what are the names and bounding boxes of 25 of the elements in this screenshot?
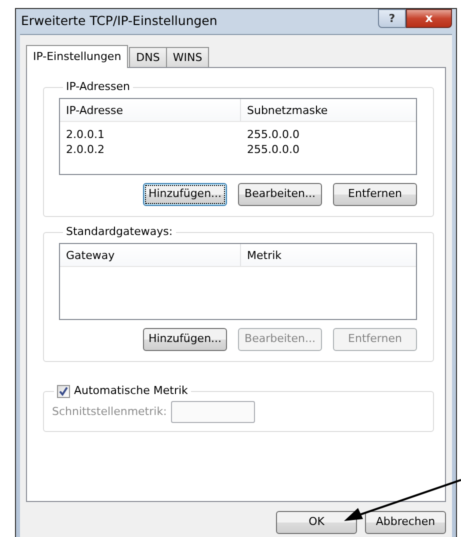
list-cell-text: 255.0.0.0 — [246, 127, 300, 142]
action-button[interactable]: Bearbeiten... — [238, 183, 322, 206]
tab[interactable]: WINS — [166, 47, 210, 67]
dialog-button[interactable]: Abbrechen — [365, 511, 446, 534]
action-button[interactable]: Entfernen — [333, 183, 417, 206]
list-cell-text: 255.0.0.0 — [246, 142, 300, 157]
column-header[interactable]: Gateway — [60, 244, 241, 266]
close-button[interactable]: x — [406, 9, 452, 28]
checkbox[interactable] — [57, 384, 70, 398]
group-title: Standardgateways: — [65, 225, 174, 239]
window-title: Erweiterte TCP/IP-Einstellungen — [20, 12, 218, 30]
group-title: IP-Adressen — [65, 80, 131, 94]
dialog-button[interactable]: OK — [276, 511, 357, 534]
column-header[interactable]: Metrik — [241, 244, 288, 266]
column-header[interactable]: IP-Adresse — [60, 99, 241, 121]
tab[interactable]: DNS — [129, 47, 167, 67]
list-cell-text: 2.0.0.2 — [65, 142, 106, 157]
list-cell-text: 2.0.0.1 — [65, 127, 106, 142]
checkbox-label: Automatische Metrik — [74, 384, 188, 398]
tab[interactable]: IP-Einstellungen — [26, 45, 128, 68]
action-button[interactable]: Hinzufügen... — [143, 328, 227, 351]
action-button[interactable]: Hinzufügen... — [143, 183, 227, 206]
column-header[interactable]: Subnetzmaske — [241, 99, 334, 121]
help-button[interactable]: ? — [378, 9, 406, 28]
field-label: Schnittstellenmetrik: — [52, 404, 167, 420]
